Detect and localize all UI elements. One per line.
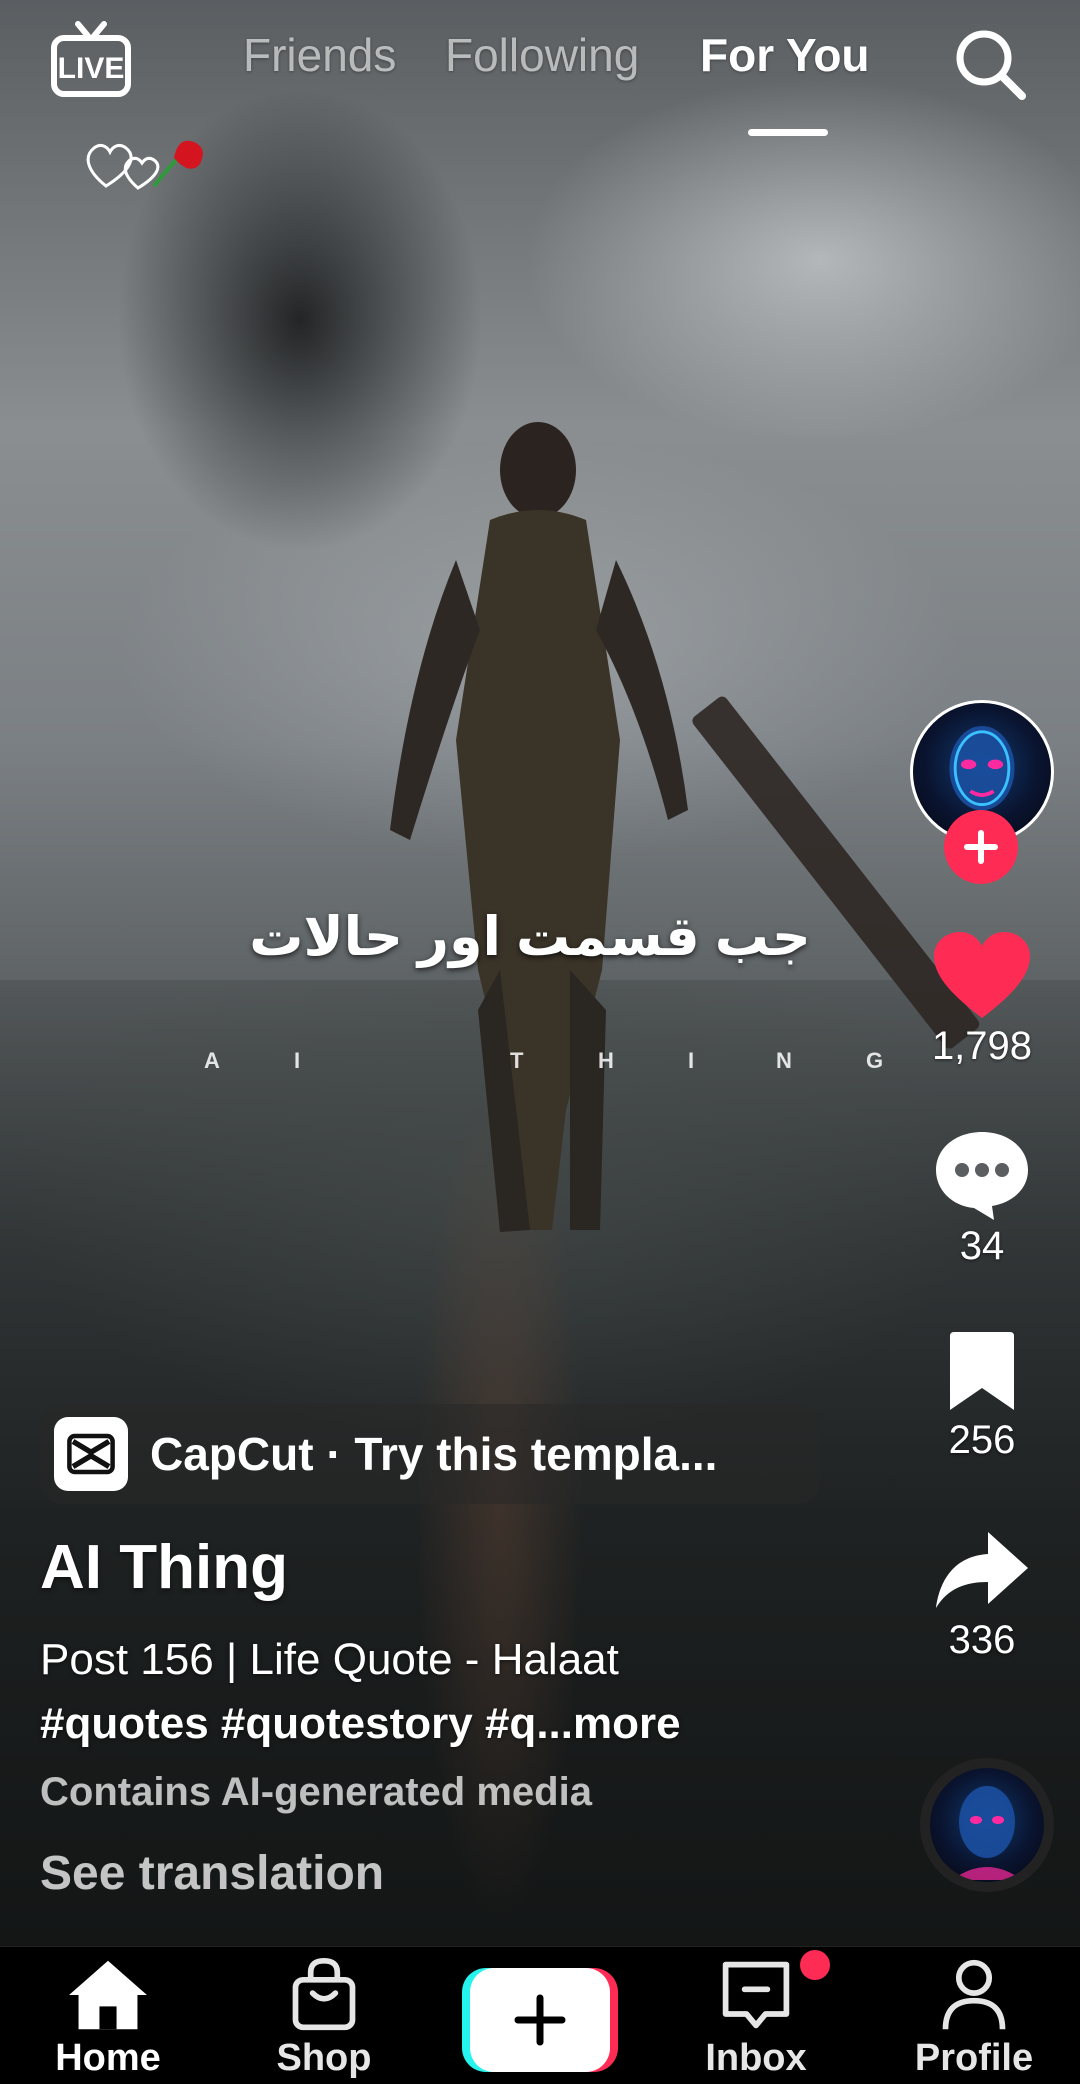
capcut-template-text: CapCut · Try this templa...	[150, 1428, 718, 1480]
comment-icon	[936, 1132, 1028, 1220]
hearts-rose-decoration-icon	[86, 140, 203, 190]
like-count: 1,798	[931, 1024, 1033, 1068]
overlay-letter: H	[598, 1048, 614, 1073]
capcut-template-banner[interactable]: CapCut · Try this templa...	[40, 1404, 820, 1504]
bookmark-icon	[950, 1332, 1014, 1410]
overlay-letter: I	[688, 1048, 695, 1073]
top-navigation: LIVE Friends Following For You	[0, 0, 1080, 190]
active-tab-indicator	[748, 129, 828, 136]
nav-inbox-label: Inbox	[705, 2037, 807, 2079]
nav-shop[interactable]: Shop	[244, 1957, 404, 2080]
nav-profile-label: Profile	[914, 2037, 1034, 2079]
video-overlay-letters: A I T H I N G	[180, 1048, 900, 1078]
caption-text: Post 156 | Life Quote - Halaat	[40, 1635, 619, 1684]
create-button[interactable]	[462, 1968, 618, 2072]
nav-home-label: Home	[55, 2037, 161, 2079]
plus-icon	[964, 830, 998, 864]
caption-more-link[interactable]: ...more	[536, 1699, 680, 1748]
overlay-letter: I	[294, 1048, 301, 1073]
home-icon	[69, 1960, 147, 2030]
share-arrow-icon	[936, 1532, 1028, 1608]
author-name[interactable]: AI Thing	[40, 1532, 288, 1603]
capcut-logo-icon	[54, 1417, 128, 1491]
music-disc[interactable]	[920, 1758, 1054, 1892]
overlay-letter: N	[776, 1048, 792, 1073]
caption-hashtags-line: #quotes #quotestory #q...more	[40, 1692, 880, 1756]
inbox-notification-dot	[800, 1950, 830, 1980]
like-button[interactable]: 1,798	[920, 930, 1044, 1069]
inbox-icon	[722, 1961, 790, 2029]
tab-friends[interactable]: Friends	[243, 28, 396, 82]
nav-profile[interactable]: Profile	[894, 1957, 1054, 2080]
live-icon[interactable]: LIVE	[50, 18, 132, 98]
overlay-letter: A	[204, 1048, 220, 1073]
nav-shop-label: Shop	[276, 2037, 372, 2079]
overlay-letter: T	[510, 1048, 524, 1073]
overlay-letter: G	[866, 1048, 884, 1073]
comment-button[interactable]: 34	[920, 1128, 1044, 1269]
see-translation-link[interactable]: See translation	[40, 1846, 384, 1901]
video-overlay-urdu-text: جب قسمت اور حالات	[249, 907, 811, 967]
save-button[interactable]: 256	[920, 1330, 1044, 1463]
share-count: 336	[948, 1618, 1016, 1662]
nav-home[interactable]: Home	[28, 1957, 188, 2080]
comment-count: 34	[959, 1224, 1005, 1268]
share-button[interactable]: 336	[920, 1528, 1044, 1663]
heart-icon	[934, 932, 1030, 1018]
shopping-bag-icon	[292, 1957, 356, 2031]
post-caption[interactable]: Post 156 | Life Quote - Halaat #quotes #…	[40, 1628, 880, 1756]
live-label: LIVE	[58, 52, 125, 85]
search-icon[interactable]	[950, 24, 1030, 104]
tab-for-you[interactable]: For You	[700, 28, 870, 82]
profile-icon	[942, 1959, 1006, 2030]
tab-following[interactable]: Following	[445, 28, 639, 82]
video-figure	[390, 422, 688, 1232]
follow-button[interactable]	[944, 810, 1018, 884]
hashtags[interactable]: #quotes #quotestory #q	[40, 1699, 536, 1748]
ai-generated-label: Contains AI-generated media	[40, 1770, 592, 1814]
save-count: 256	[948, 1418, 1016, 1462]
